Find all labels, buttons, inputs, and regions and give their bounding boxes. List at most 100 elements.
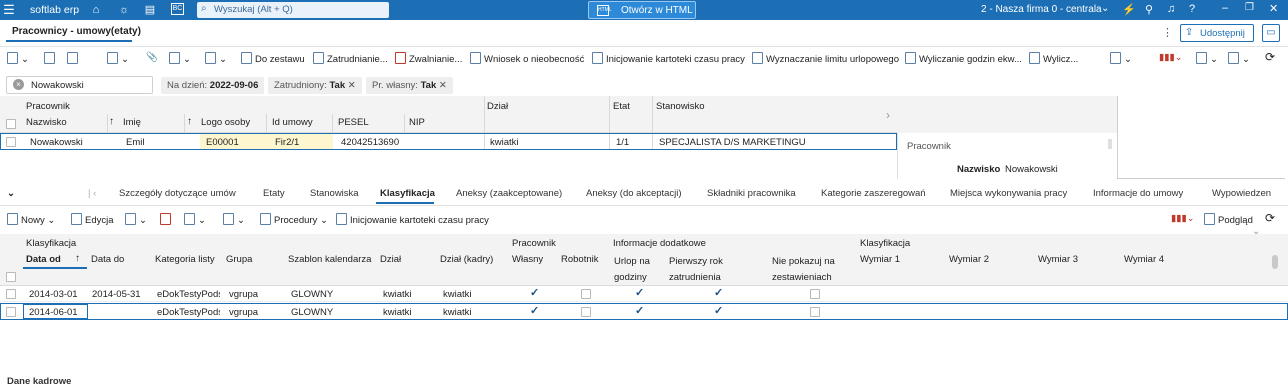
select-all-checkbox[interactable] (6, 272, 16, 282)
procedures-button[interactable]: Procedury ⌄ (260, 213, 328, 226)
home-icon[interactable]: ⌂ (89, 3, 103, 17)
close-icon[interactable]: ✕ (348, 80, 356, 91)
document-icon[interactable]: ⌄ (125, 213, 147, 226)
minimize-icon[interactable]: – (1222, 2, 1228, 14)
checkbox-robotnik[interactable] (581, 307, 591, 317)
open-html-button[interactable]: HTML Otwórz w HTML (588, 1, 696, 19)
column-id-umowy[interactable]: Id umowy (272, 117, 313, 128)
toolbar-do-zestawu[interactable]: Do zestawu (241, 52, 305, 65)
column-dzial[interactable]: Dział (487, 101, 508, 112)
company-selector[interactable]: 2 - Nasza firma 0 - centrala (981, 4, 1102, 15)
calendar-icon[interactable]: ▤ (143, 3, 157, 17)
column-data-do[interactable]: Data do (91, 254, 124, 265)
tabs-scroll-left-icon[interactable]: | ‹ (88, 188, 96, 199)
tab-kategorie[interactable]: Kategorie zaszeregowań (821, 188, 926, 199)
close-icon[interactable]: ✕ (439, 80, 447, 91)
column-wlasny[interactable]: Własny (512, 254, 543, 265)
column-nie-pokazuj[interactable]: Nie pokazuj na zestawieniach (772, 254, 856, 286)
link-icon[interactable]: ⌄ (223, 213, 245, 226)
tab-etaty[interactable]: Etaty (263, 188, 285, 199)
column-data-od[interactable]: Data od (26, 254, 61, 265)
side-panel-scrollbar[interactable] (1108, 139, 1112, 149)
toolbar-inicjowanie[interactable]: Inicjowanie kartoteki czasu pracy (592, 52, 745, 65)
no-connection-icon[interactable]: ⚡ (1122, 3, 1136, 16)
settings-icon[interactable]: ⌄ (1228, 52, 1250, 65)
column-grupa[interactable]: Grupa (226, 254, 252, 265)
column-nip[interactable]: NIP (409, 117, 425, 128)
refresh-icon[interactable]: ⟳ (1265, 50, 1275, 64)
toolbar-wylicz[interactable]: Wylicz... (1029, 52, 1078, 65)
column-dzial[interactable]: Dział (380, 254, 401, 265)
clear-icon[interactable]: × (13, 79, 24, 90)
new-button[interactable]: Nowy ⌄ (7, 213, 55, 226)
user-icon[interactable]: ⚲ (1145, 3, 1153, 16)
tab-aneksy-zaakceptowane[interactable]: Aneksy (zaakceptowane) (456, 188, 562, 199)
filter-chip-own[interactable]: Pr. własny: Tak ✕ (366, 77, 453, 94)
layout-icon[interactable]: ⌄ (1196, 52, 1218, 65)
column-wymiar-3[interactable]: Wymiar 3 (1038, 254, 1078, 265)
column-etat[interactable]: Etat (613, 101, 630, 112)
delete-icon[interactable] (160, 213, 174, 226)
tab-klasyfikacja[interactable]: Klasyfikacja (380, 188, 435, 199)
checkbox-robotnik[interactable] (581, 289, 591, 299)
refresh-icon[interactable]: ⟳ (1265, 211, 1275, 225)
sun-icon[interactable]: ☼ (117, 3, 131, 17)
share-button[interactable]: ⇪ Udostępnij (1180, 24, 1254, 42)
tab-aneksy-do-akceptacji[interactable]: Aneksy (do akceptacji) (586, 188, 682, 199)
edit-icon[interactable] (44, 52, 58, 65)
tab-wypowiedzenia[interactable]: Wypowiedzen (1212, 188, 1271, 199)
checkbox-pierwszy-checked[interactable]: ✓ (714, 288, 724, 299)
init-time-card-button[interactable]: Inicjowanie kartoteki czasu pracy (336, 213, 489, 226)
column-wymiar-2[interactable]: Wymiar 2 (949, 254, 989, 265)
filter-chip-date[interactable]: Na dzień: 2022-09-06 (161, 77, 265, 94)
checkbox-wlasny-checked[interactable]: ✓ (530, 306, 540, 317)
column-wymiar-4[interactable]: Wymiar 4 (1124, 254, 1164, 265)
row-checkbox[interactable] (6, 137, 16, 147)
chart-icon[interactable]: ▮▮▮⌄ (1159, 52, 1183, 63)
column-kategoria[interactable]: Kategoria listy (155, 254, 215, 265)
tab-pracownicy-umowy[interactable]: Pracownicy - umowy(etaty) (12, 26, 141, 37)
checkbox-pierwszy-checked[interactable]: ✓ (714, 306, 724, 317)
tab-miejsca[interactable]: Miejsca wykonywania pracy (950, 188, 1067, 199)
column-urlop[interactable]: Urlop na godziny (614, 254, 664, 286)
search-input[interactable]: ⌕ Wyszukaj (Alt + Q) (197, 2, 389, 18)
chevron-right-icon[interactable]: › (886, 108, 890, 122)
tab-stanowiska[interactable]: Stanowiska (310, 188, 359, 199)
row-checkbox[interactable] (6, 307, 16, 317)
bc-icon[interactable]: BC (171, 3, 184, 15)
toolbar-zwalnianie[interactable]: Zwalnianie... (395, 52, 462, 65)
link-icon[interactable]: ⌄ (169, 52, 191, 65)
attachment-icon[interactable]: 📎 (146, 52, 158, 63)
row-checkbox[interactable] (6, 289, 16, 299)
toolbar-wniosek[interactable]: Wniosek o nieobecność (470, 52, 584, 65)
preview-button[interactable]: Podgląd (1204, 213, 1253, 226)
column-wymiar-1[interactable]: Wymiar 1 (860, 254, 900, 265)
toolbar-zatrudnianie[interactable]: Zatrudnianie... (313, 52, 388, 65)
toolbar-limit[interactable]: Wyznaczanie limitu urlopowego (752, 52, 899, 65)
select-all-checkbox[interactable] (6, 119, 16, 129)
checkbox-urlop-checked[interactable]: ✓ (635, 306, 645, 317)
copy-icon[interactable] (67, 52, 81, 65)
column-robotnik[interactable]: Robotnik (561, 254, 599, 265)
column-dzial-kadry[interactable]: Dział (kadry) (440, 254, 493, 265)
help-icon[interactable]: ? (1189, 3, 1195, 15)
quick-filter-input[interactable]: × Nowakowski (6, 76, 153, 94)
checkbox-wlasny-checked[interactable]: ✓ (530, 288, 540, 299)
filter-chip-employed[interactable]: Zatrudniony: Tak ✕ (268, 77, 362, 94)
checkbox-nie-pokazuj[interactable] (810, 289, 820, 299)
chart-icon[interactable]: ▮▮▮⌄ (1171, 213, 1195, 224)
column-logo[interactable]: Logo osoby (201, 117, 250, 128)
print-icon[interactable]: ⌄ (184, 213, 206, 226)
more-options-icon[interactable]: ⋮ (1162, 26, 1173, 39)
tab-informacje[interactable]: Informacje do umowy (1093, 188, 1183, 199)
close-icon[interactable]: ✕ (1269, 2, 1278, 15)
bell-icon[interactable]: ♫ (1167, 3, 1175, 15)
column-pesel[interactable]: PESEL (338, 117, 369, 128)
column-stanowisko[interactable]: Stanowisko (656, 101, 705, 112)
tab-skladniki[interactable]: Składniki pracownika (707, 188, 796, 199)
comment-button[interactable]: ▭ (1262, 24, 1280, 42)
column-nazwisko[interactable]: Nazwisko (26, 117, 67, 128)
toolbar-godziny[interactable]: Wyliczanie godzin ekw... (905, 52, 1022, 65)
dane-kadrowe-dropdown[interactable]: Dane kadrowe ⌄ (7, 188, 71, 387)
add-icon[interactable]: ⌄ (7, 52, 29, 65)
